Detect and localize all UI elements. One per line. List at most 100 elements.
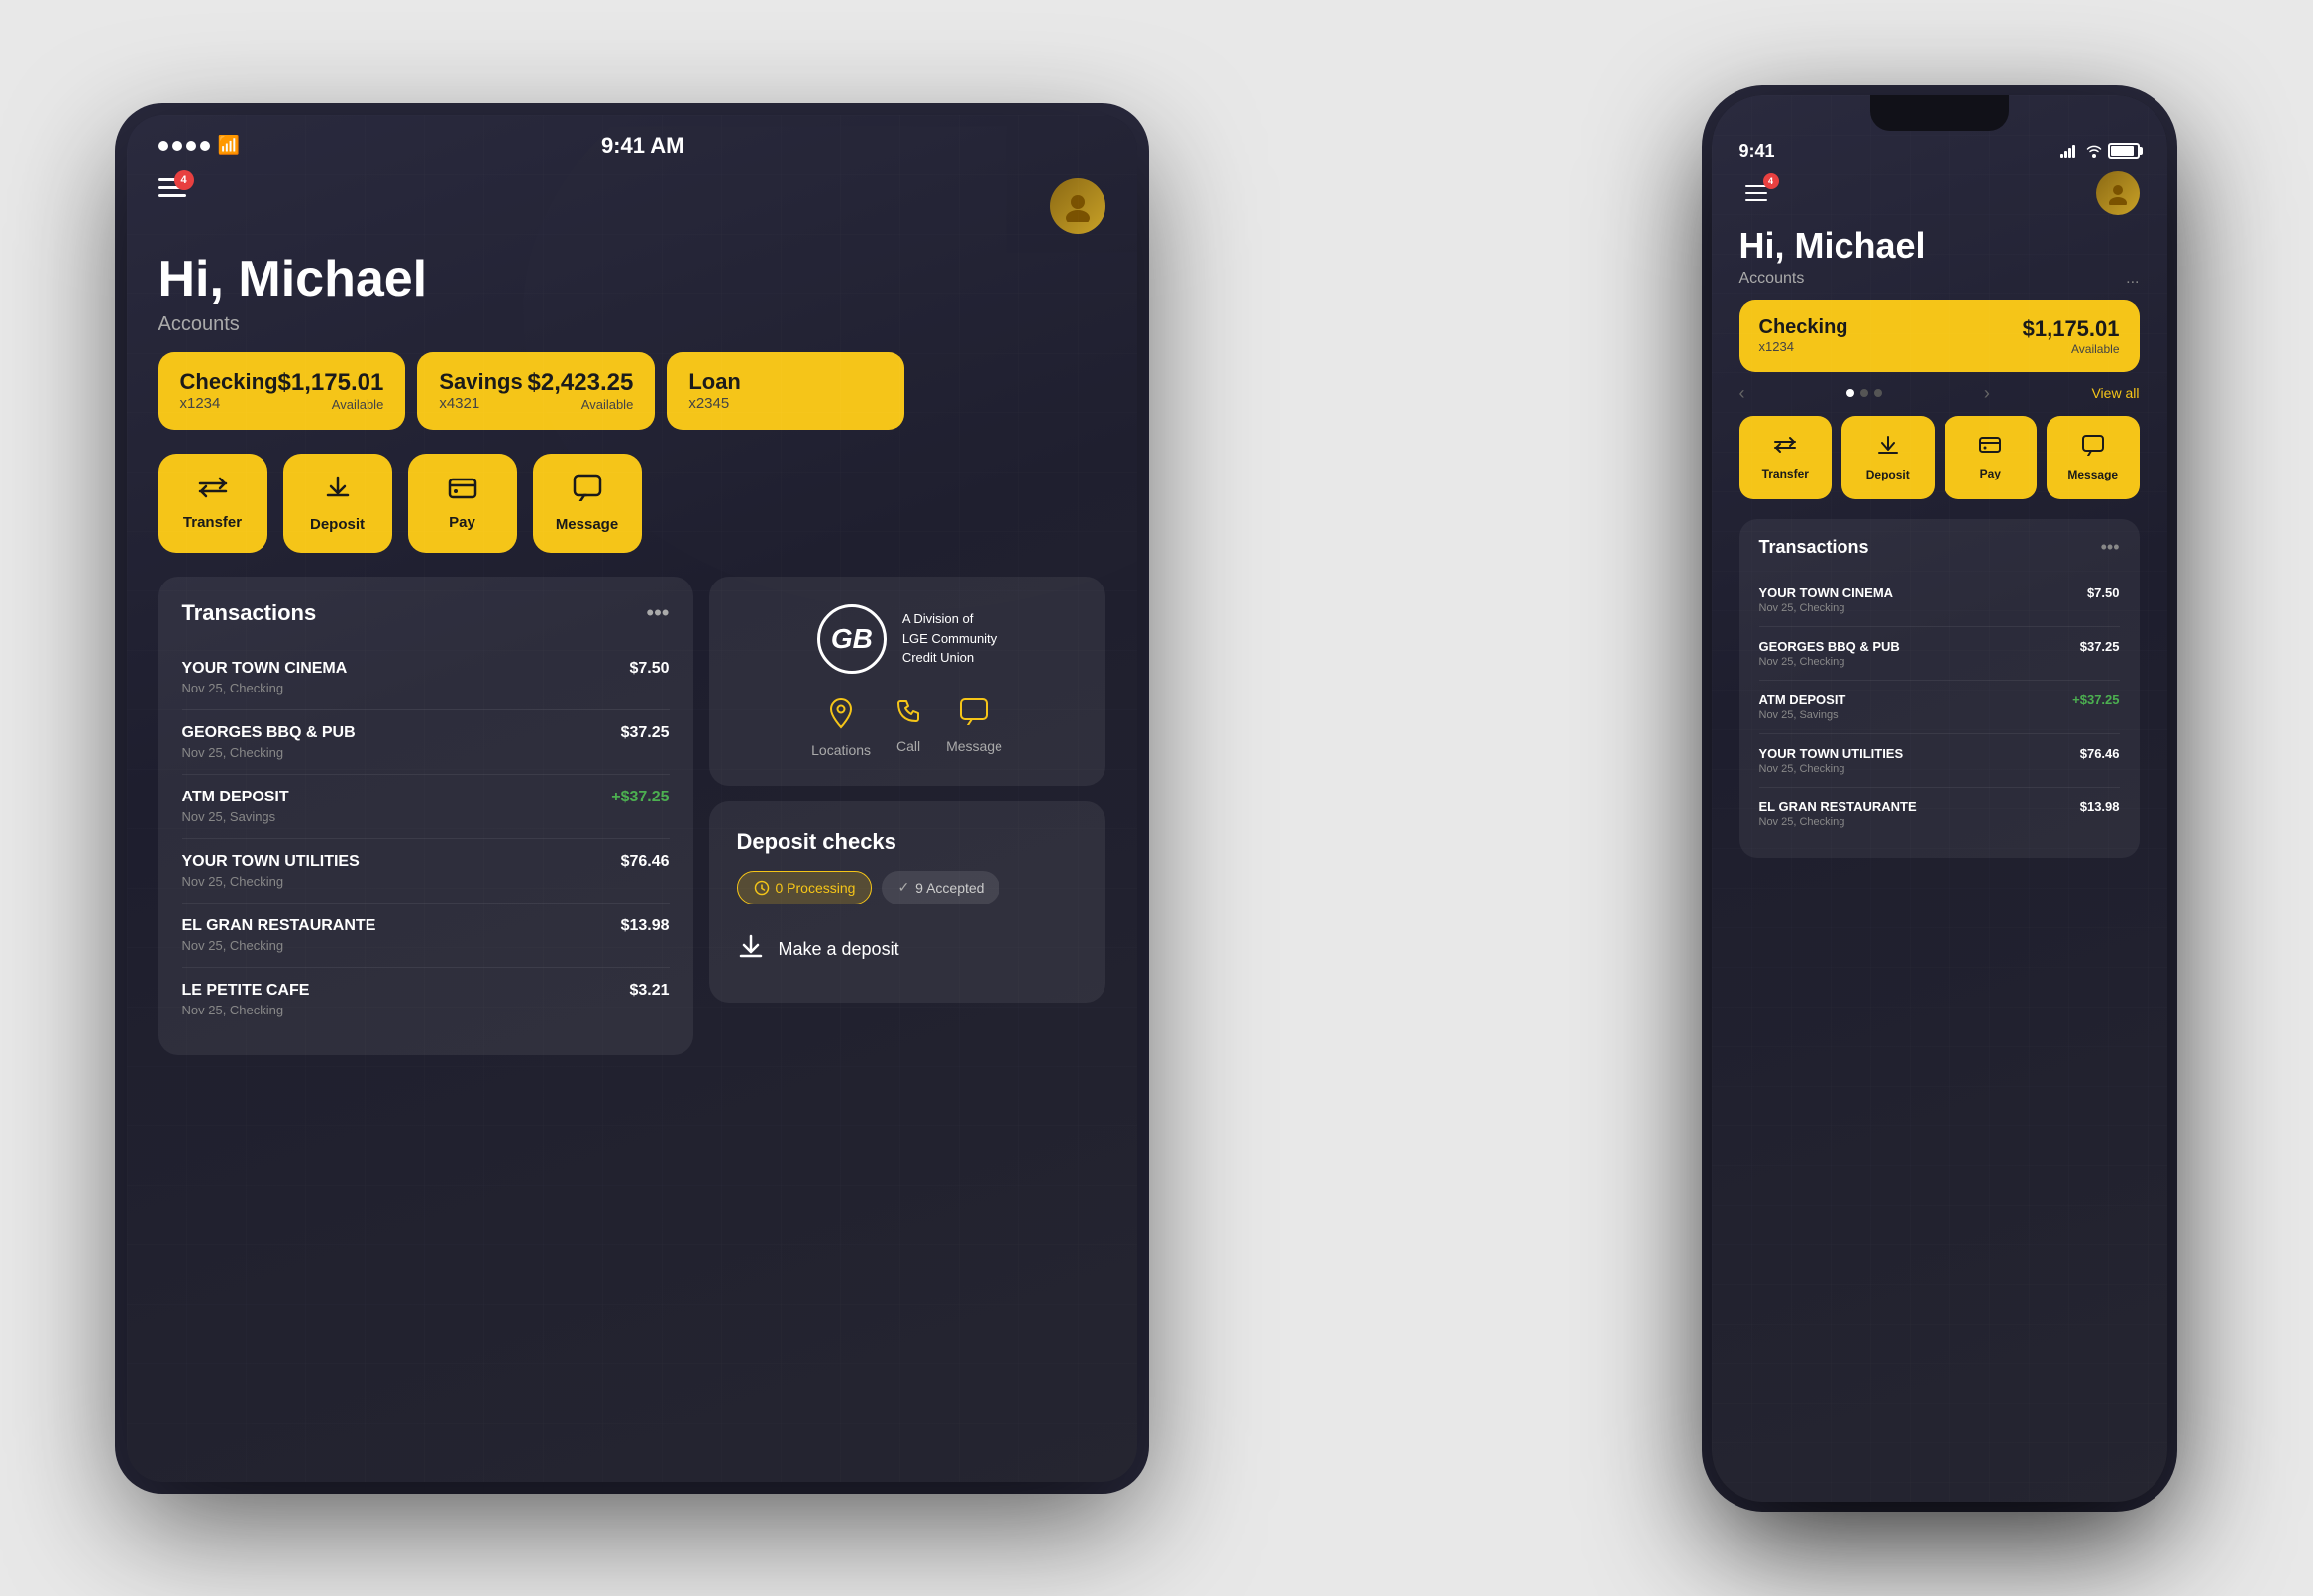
phone-tx-sub: Nov 25, Checking [1759, 763, 1904, 775]
phone-tx-amount: +$37.25 [2072, 692, 2119, 707]
phone-message-label: Message [2067, 468, 2118, 481]
phone-tx-sub: Nov 25, Checking [1759, 656, 1900, 668]
transactions-panel: Transactions ••• YOUR TOWN CINEMA Nov 25… [158, 577, 693, 1055]
phone-transfer-button[interactable]: Transfer [1739, 416, 1833, 499]
savings-account-card[interactable]: Savings x4321 $2,423.25 Available [417, 352, 655, 430]
phone-checking-card[interactable]: Checking x1234 $1,175.01 Available [1739, 300, 2140, 372]
phone-accounts-label: Accounts [1739, 270, 1805, 288]
transfer-button[interactable]: Transfer [158, 454, 267, 553]
phone-greeting: Hi, Michael [1712, 215, 2167, 270]
phone-action-buttons: Transfer Deposit [1712, 416, 2167, 519]
phone-pay-button[interactable]: Pay [1945, 416, 2038, 499]
table-row[interactable]: LE PETITE CAFE Nov 25, Checking $3.21 [182, 968, 670, 1031]
loan-account-card[interactable]: Loan x2345 [667, 352, 904, 430]
right-panel: GB A Division of LGE Community Credit Un… [709, 577, 1105, 1055]
phone-tx-name: ATM Deposit [1759, 692, 1846, 707]
avatar[interactable] [1050, 178, 1105, 234]
locations-button[interactable]: Locations [811, 697, 871, 758]
phone-time: 9:41 [1739, 141, 1775, 161]
savings-card-available: Available [528, 397, 634, 412]
phone-transfer-label: Transfer [1762, 467, 1809, 480]
phone-card-name: Checking [1759, 316, 1848, 339]
phone-tx-sub: Nov 25, Checking [1759, 602, 1894, 614]
phone-tx-name: EL GRAN RESTAURANTE [1759, 799, 1917, 814]
prev-chevron[interactable]: ‹ [1739, 383, 1745, 404]
phone-tx-amount: $37.25 [2080, 639, 2120, 654]
table-row[interactable]: YOUR TOWN UTILITIES Nov 25, Checking $76… [182, 839, 670, 904]
phone-screen: 9:41 [1712, 95, 2167, 1502]
phone-pay-label: Pay [1980, 467, 2001, 480]
make-deposit-button[interactable]: Make a deposit [737, 924, 1078, 975]
page-dot-2 [1860, 389, 1868, 397]
deposit-button[interactable]: Deposit [283, 454, 392, 553]
phone-more-button[interactable]: ... [2126, 270, 2139, 288]
phone-deposit-label: Deposit [1866, 468, 1910, 481]
phone-tx-amount: $13.98 [2080, 799, 2120, 814]
table-row[interactable]: ATM Deposit Nov 25, Savings +$37.25 [1759, 681, 2120, 734]
tablet-time: 9:41 AM [601, 133, 684, 159]
transfer-icon [198, 475, 228, 506]
bank-logo: GB A Division of LGE Community Credit Un… [817, 604, 997, 674]
loan-card-number: x2345 [688, 395, 741, 412]
next-chevron[interactable]: › [1984, 383, 1990, 404]
deposit-label: Deposit [310, 516, 365, 533]
scene: 📶 9:41 AM 4 [67, 55, 2247, 1542]
phone-card-amount: $1,175.01 [2023, 316, 2120, 342]
table-row[interactable]: YOUR TOWN UTILITIES Nov 25, Checking $76… [1759, 734, 2120, 788]
tx-sub: Nov 25, Checking [182, 938, 376, 953]
transfer-label: Transfer [183, 514, 242, 531]
table-row[interactable]: EL GRAN RESTAURANTE Nov 25, Checking $13… [1759, 788, 2120, 840]
call-button[interactable]: Call [894, 697, 922, 758]
view-all-link[interactable]: View all [2091, 385, 2139, 401]
table-row[interactable]: YOUR TOWN CINEMA Nov 25, Checking $7.50 [182, 646, 670, 710]
table-row[interactable]: ATM DEPOSIT Nov 25, Savings +$37.25 [182, 775, 670, 839]
processing-badge-text: 0 Processing [776, 880, 856, 896]
phone-tx-sub: Nov 25, Checking [1759, 816, 1917, 828]
contact-buttons: Locations Call [737, 697, 1078, 758]
transactions-title: Transactions [182, 600, 317, 626]
table-row[interactable]: YOUR TOWN CINEMA Nov 25, Checking $7.50 [1759, 574, 2120, 627]
savings-card-name: Savings [439, 370, 522, 395]
accepted-badge[interactable]: ✓ 9 Accepted [882, 871, 999, 904]
transactions-menu-button[interactable]: ••• [646, 600, 669, 626]
phone-transactions-menu[interactable]: ••• [2101, 537, 2120, 558]
tx-name: GEORGES BBQ & PUB [182, 724, 356, 742]
call-label: Call [896, 738, 920, 754]
phone-status-icons [2060, 143, 2140, 159]
checking-card-available: Available [278, 397, 384, 412]
tx-sub: Nov 25, Savings [182, 809, 289, 824]
bank-message-button[interactable]: Message [946, 697, 1002, 758]
tx-amount: $13.98 [621, 917, 670, 935]
tx-amount: $37.25 [621, 724, 670, 742]
transactions-list: YOUR TOWN CINEMA Nov 25, Checking $7.50 … [182, 646, 670, 1031]
signal-icon [2060, 144, 2080, 158]
greeting: Hi, Michael [127, 234, 1137, 313]
pay-button[interactable]: Pay [408, 454, 517, 553]
phone-deposit-button[interactable]: Deposit [1841, 416, 1935, 499]
table-row[interactable]: GEORGES BBQ & PUB Nov 25, Checking $37.2… [1759, 627, 2120, 681]
bank-info-card: GB A Division of LGE Community Credit Un… [709, 577, 1105, 786]
message-icon [573, 474, 602, 508]
bank-logo-text: A Division of LGE Community Credit Union [902, 609, 997, 668]
phone-avatar[interactable] [2096, 171, 2140, 215]
deposit-badges: 0 Processing ✓ 9 Accepted [737, 871, 1078, 904]
phone-transactions-header: Transactions ••• [1759, 537, 2120, 558]
message-button[interactable]: Message [533, 454, 642, 553]
processing-badge[interactable]: 0 Processing [737, 871, 873, 904]
tx-sub: Nov 25, Checking [182, 745, 356, 760]
table-row[interactable]: EL GRAN RESTAURANTE Nov 25, Checking $13… [182, 904, 670, 968]
tx-name: YOUR TOWN UTILITIES [182, 853, 360, 871]
checking-card-number: x1234 [180, 395, 278, 412]
wifi-icon [2086, 144, 2102, 158]
menu-button[interactable]: 4 [158, 178, 186, 197]
transactions-panel-header: Transactions ••• [182, 600, 670, 626]
tablet-header: 4 [127, 168, 1137, 234]
phone-menu-button[interactable]: 4 [1739, 179, 1773, 207]
checking-account-card[interactable]: Checking x1234 $1,175.01 Available [158, 352, 406, 430]
table-row[interactable]: GEORGES BBQ & PUB Nov 25, Checking $37.2… [182, 710, 670, 775]
phone-message-button[interactable]: Message [2047, 416, 2140, 499]
signal-indicator [158, 141, 210, 151]
tablet-device: 📶 9:41 AM 4 [127, 115, 1137, 1482]
phone-tx-amount: $76.46 [2080, 746, 2120, 761]
phone-transfer-icon [1773, 435, 1797, 461]
